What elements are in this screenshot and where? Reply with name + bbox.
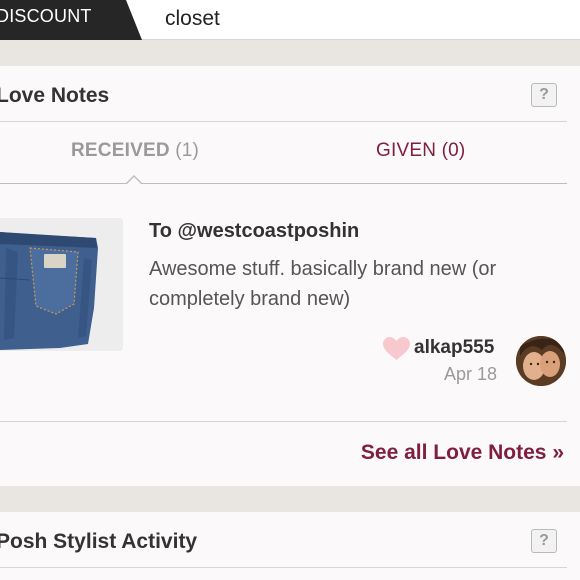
note-recipient: To @westcoastposhin [149,220,360,242]
posh-stylist-card: Posh Stylist Activity ? [0,512,580,580]
heart-icon [383,337,410,360]
tab-received-label: RECEIVED [71,140,170,161]
note-date: Apr 18 [444,364,498,384]
divider [0,421,567,422]
tab-received-count: (1) [175,140,200,161]
divider [0,121,567,122]
closet-tab-label[interactable]: closet [165,7,220,31]
discount-label: DISCOUNT [0,6,92,26]
note-text: Awesome stuff. basically brand new (or c… [149,258,497,310]
tab-given[interactable]: GIVEN (0) [376,140,465,162]
page: DISCOUNT closet Love Notes ? RECEIVED (1… [0,0,580,580]
help-icon[interactable]: ? [531,529,557,553]
tabs-underline [0,183,567,184]
jeans-photo-icon[interactable] [0,218,123,351]
note-author-username[interactable]: alkap555 [414,337,494,359]
user-avatar-icon[interactable] [516,336,566,386]
tab-received[interactable]: RECEIVED (1) [71,140,199,162]
tab-given-label: GIVEN [376,140,437,161]
love-notes-card: Love Notes ? RECEIVED (1) GIVEN (0) To @… [0,66,580,486]
discount-tab[interactable]: DISCOUNT [0,0,142,40]
divider [0,567,567,568]
posh-stylist-title: Posh Stylist Activity [0,530,198,553]
help-icon[interactable]: ? [531,83,557,107]
top-bar: DISCOUNT closet [0,0,580,40]
tab-given-count: (0) [441,140,466,161]
love-notes-title: Love Notes [0,84,110,107]
see-all-love-notes-link[interactable]: See all Love Notes » [361,441,564,465]
